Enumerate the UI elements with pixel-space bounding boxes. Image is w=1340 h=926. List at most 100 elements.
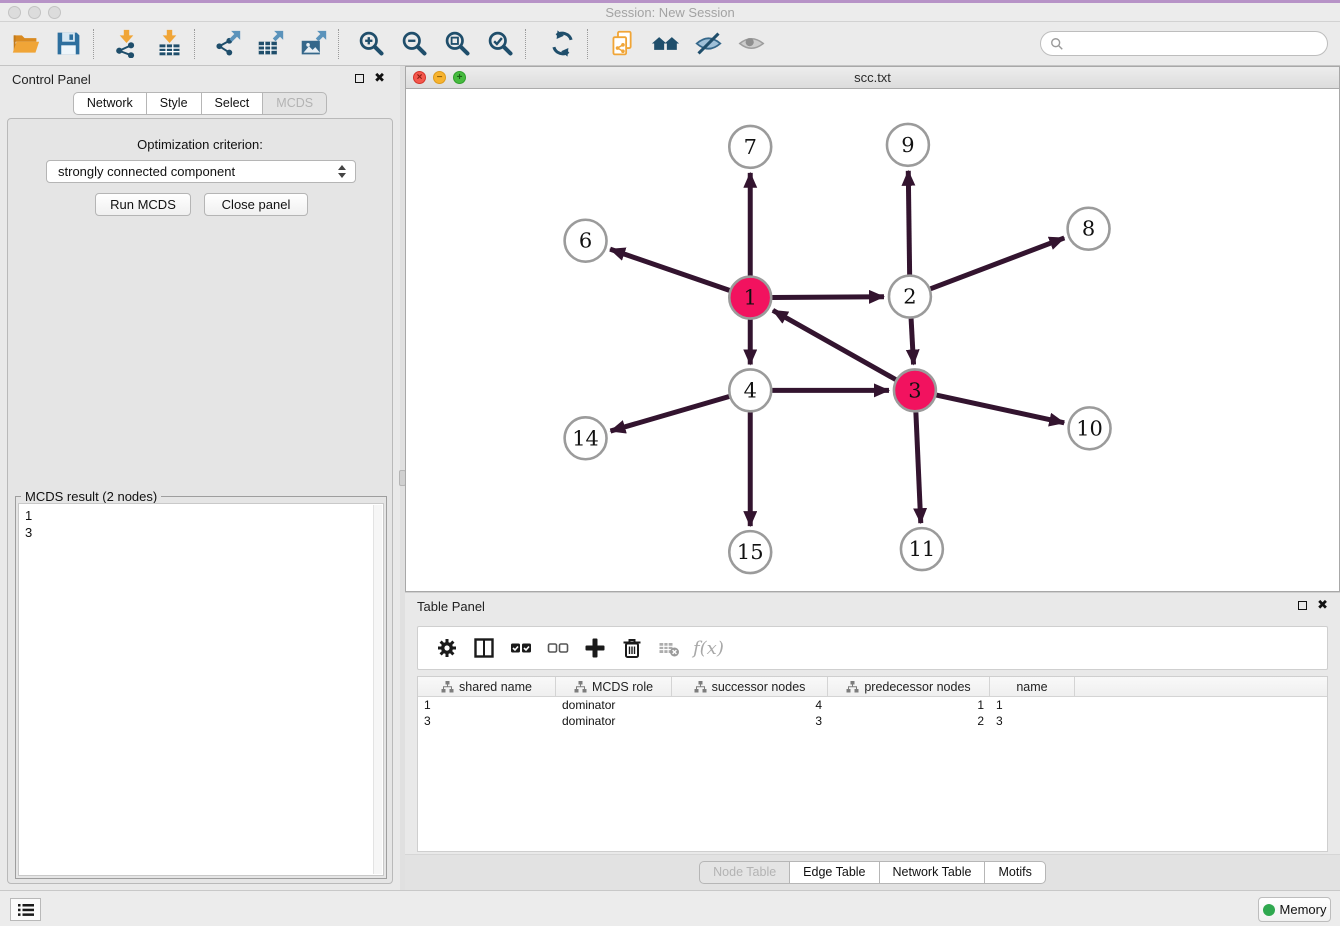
control-panel-title: Control Panel [12, 72, 91, 87]
search-input[interactable] [1064, 36, 1327, 51]
close-panel-button[interactable]: Close panel [204, 193, 308, 216]
node-8[interactable]: 8 [1068, 208, 1110, 250]
column-header-shared-name[interactable]: shared name [418, 677, 556, 696]
eye-slash-icon [694, 29, 723, 58]
node-1[interactable]: 1 [729, 277, 771, 319]
edge-3-1[interactable] [773, 310, 896, 379]
float-panel-icon[interactable] [355, 74, 364, 83]
node-3[interactable]: 3 [894, 369, 936, 411]
node-2[interactable]: 2 [889, 276, 931, 318]
column-header-mcds-role[interactable]: MCDS role [556, 677, 672, 696]
delete-table-button[interactable] [650, 630, 687, 666]
export-table-button[interactable] [249, 25, 292, 63]
mcds-result-line: 3 [25, 524, 377, 541]
open-network-file-button[interactable] [601, 25, 644, 63]
node-label: 9 [901, 133, 914, 157]
edge-1-2[interactable] [772, 297, 884, 298]
node-label: 6 [579, 229, 592, 253]
network-window-titlebar[interactable]: × − + scc.txt [406, 67, 1339, 89]
close-panel-icon[interactable]: ✖ [374, 70, 385, 86]
tab-style[interactable]: Style [146, 92, 202, 115]
cell-mcds-role: dominator [556, 713, 672, 729]
node-15[interactable]: 15 [729, 531, 771, 573]
function-builder-button[interactable]: f(x) [693, 638, 724, 659]
memory-button[interactable]: Memory [1258, 897, 1331, 922]
table-panel-title: Table Panel [417, 599, 485, 614]
zoom-fit-icon [443, 29, 472, 58]
task-history-button[interactable] [10, 898, 41, 921]
show-all-button[interactable] [730, 25, 773, 63]
hide-all-columns-button[interactable] [539, 630, 576, 666]
status-bar: Memory [0, 890, 1340, 926]
table-header-row: shared name MCDS role successor nodesprede… [418, 677, 1327, 697]
import-table-button[interactable] [148, 25, 191, 63]
edge-2-8[interactable] [930, 238, 1064, 289]
network-graph[interactable]: 7 9 6 8 1 2 4 3 14 10 15 11 [406, 89, 1339, 591]
node-14[interactable]: 14 [565, 417, 607, 459]
zoom-out-button[interactable] [393, 25, 436, 63]
node-11[interactable]: 11 [901, 528, 943, 570]
table-row[interactable]: 1dominator411 [418, 697, 1327, 713]
node-10[interactable]: 10 [1069, 407, 1111, 449]
eye-icon [737, 29, 766, 58]
import-network-button[interactable] [105, 25, 148, 63]
apply-layout-button[interactable] [541, 25, 584, 63]
show-all-columns-button[interactable] [502, 630, 539, 666]
window-title: Session: New Session [0, 5, 1340, 20]
table-tab-node-table[interactable]: Node Table [699, 861, 790, 884]
column-header-successor-nodes[interactable]: successor nodes [672, 677, 828, 696]
delete-column-button[interactable] [613, 630, 650, 666]
tab-select[interactable]: Select [201, 92, 264, 115]
cell-name: 3 [990, 713, 1075, 729]
zoom-selected-button[interactable] [479, 25, 522, 63]
column-layout-button[interactable] [465, 630, 502, 666]
network-view-window: × − + scc.txt 7 9 6 8 1 2 4 3 14 10 15 11 [405, 66, 1340, 592]
float-table-panel-icon[interactable] [1298, 601, 1307, 610]
zoom-in-button[interactable] [350, 25, 393, 63]
table-settings-button[interactable] [428, 630, 465, 666]
result-scrollbar[interactable] [373, 505, 382, 874]
edge-2-9[interactable] [908, 171, 909, 275]
node-7[interactable]: 7 [729, 126, 771, 168]
edge-1-6[interactable] [610, 249, 729, 290]
save-floppy-icon [54, 29, 83, 58]
home-button[interactable] [644, 25, 687, 63]
edge-3-10[interactable] [936, 395, 1064, 423]
main-titlebar[interactable]: Session: New Session [0, 3, 1340, 22]
node-6[interactable]: 6 [565, 220, 607, 262]
table-row[interactable]: 3dominator323 [418, 713, 1327, 729]
export-network-button[interactable] [206, 25, 249, 63]
column-label: MCDS role [592, 680, 653, 694]
hide-selected-button[interactable] [687, 25, 730, 63]
table-tab-edge-table[interactable]: Edge Table [789, 861, 879, 884]
import-network-icon [112, 29, 141, 58]
export-image-button[interactable] [292, 25, 335, 63]
search-field[interactable] [1040, 31, 1328, 56]
open-session-button[interactable] [4, 25, 47, 63]
edge-2-3[interactable] [911, 319, 913, 365]
table-tab-network-table[interactable]: Network Table [879, 861, 986, 884]
gear-icon [436, 637, 458, 659]
tab-network[interactable]: Network [73, 92, 147, 115]
unchecked-boxes-icon [547, 637, 569, 659]
table-body: 1dominator4113dominator323 [418, 697, 1327, 729]
cell-predecessor-nodes: 2 [828, 713, 990, 729]
close-table-panel-icon[interactable]: ✖ [1317, 597, 1328, 613]
edge-3-11[interactable] [916, 412, 921, 523]
plus-icon [584, 637, 606, 659]
mcds-result-text[interactable]: 13 [18, 503, 384, 876]
network-canvas[interactable]: 7 9 6 8 1 2 4 3 14 10 15 11 [406, 89, 1339, 591]
node-4[interactable]: 4 [729, 369, 771, 411]
create-column-button[interactable] [576, 630, 613, 666]
save-session-button[interactable] [47, 25, 90, 63]
column-header-predecessor-nodes[interactable]: predecessor nodes [828, 677, 990, 696]
tab-mcds[interactable]: MCDS [262, 92, 327, 115]
zoom-fit-button[interactable] [436, 25, 479, 63]
run-mcds-button[interactable]: Run MCDS [95, 193, 191, 216]
table-tab-motifs[interactable]: Motifs [984, 861, 1045, 884]
criterion-select[interactable]: strongly connected component [46, 160, 356, 183]
node-9[interactable]: 9 [887, 124, 929, 166]
edge-4-14[interactable] [610, 397, 729, 432]
node-label: 7 [744, 135, 757, 159]
column-header-name[interactable]: name [990, 677, 1075, 696]
